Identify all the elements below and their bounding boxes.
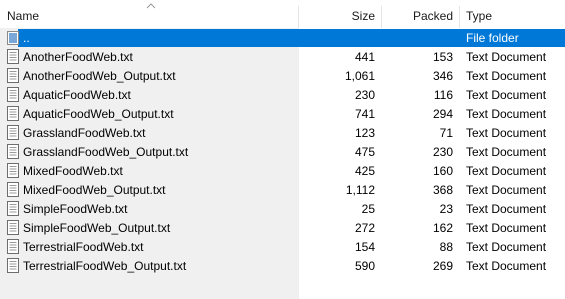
file-name: MixedFoodWeb.txt — [23, 164, 123, 178]
file-type: Text Document — [466, 202, 547, 216]
column-separator[interactable] — [298, 6, 299, 28]
file-type: Text Document — [466, 50, 547, 64]
file-packed: 160 — [432, 164, 453, 178]
column-header-packed[interactable]: Packed — [383, 0, 453, 28]
file-type: Text Document — [466, 69, 547, 83]
file-name: TerrestrialFoodWeb_Output.txt — [23, 259, 187, 273]
file-list-body: .. File folder AnotherFoodWeb.txt 441 153 T… — [0, 28, 565, 299]
file-packed — [383, 28, 453, 47]
file-size: 475 — [354, 145, 375, 159]
file-type: Text Document — [466, 183, 547, 197]
file-packed: 269 — [432, 259, 453, 273]
file-type: Text Document — [466, 221, 547, 235]
file-packed: 88 — [439, 240, 453, 254]
file-row[interactable]: SimpleFoodWeb_Output.txt 272 162 Text Docum… — [0, 218, 565, 237]
file-name: MixedFoodWeb_Output.txt — [23, 183, 166, 197]
text-document-icon — [7, 106, 19, 121]
parent-folder-icon — [7, 31, 19, 45]
file-size: 1,112 — [345, 183, 375, 197]
file-type: Text Document — [466, 126, 547, 140]
text-document-icon — [7, 163, 19, 178]
file-name: AnotherFoodWeb.txt — [23, 50, 133, 64]
text-document-icon — [7, 87, 19, 102]
file-size: 123 — [354, 126, 375, 140]
text-document-icon — [7, 68, 19, 83]
file-size: 25 — [361, 202, 375, 216]
file-row[interactable]: TerrestrialFoodWeb_Output.txt 590 269 Text … — [0, 256, 565, 275]
file-row[interactable]: AquaticFoodWeb.txt 230 116 Text Document — [0, 85, 565, 104]
text-document-icon — [7, 125, 19, 140]
file-name: GrasslandFoodWeb_Output.txt — [23, 145, 189, 159]
text-document-icon — [7, 49, 19, 64]
column-header-size[interactable]: Size — [300, 0, 375, 28]
file-packed: 153 — [432, 50, 453, 64]
text-document-icon — [7, 220, 19, 235]
file-size: 425 — [354, 164, 375, 178]
file-row[interactable]: GrasslandFoodWeb_Output.txt 475 230 Text Do… — [0, 142, 565, 161]
file-name: AquaticFoodWeb.txt — [23, 88, 131, 102]
file-type: Text Document — [466, 164, 547, 178]
file-size — [300, 28, 375, 47]
file-size: 1,061 — [344, 69, 375, 83]
file-size: 230 — [354, 88, 375, 102]
file-type: Text Document — [466, 240, 547, 254]
file-row[interactable]: MixedFoodWeb.txt 425 160 Text Document — [0, 161, 565, 180]
file-name: SimpleFoodWeb.txt — [23, 202, 128, 216]
file-packed: 162 — [432, 221, 453, 235]
file-list-view[interactable]: Name Size Packed Type .. File folder Ano… — [0, 0, 565, 299]
file-type: Text Document — [466, 88, 547, 102]
file-row[interactable]: AnotherFoodWeb.txt 441 153 Text Document — [0, 47, 565, 66]
file-size: 441 — [354, 50, 375, 64]
file-size: 741 — [354, 107, 375, 121]
column-header-type[interactable]: Type — [466, 0, 561, 28]
text-document-icon — [7, 144, 19, 159]
file-name: AquaticFoodWeb_Output.txt — [23, 107, 174, 121]
text-document-icon — [7, 239, 19, 254]
file-type: Text Document — [466, 259, 547, 273]
file-row[interactable]: GrasslandFoodWeb.txt 123 71 Text Document — [0, 123, 565, 142]
file-packed: 23 — [439, 202, 453, 216]
file-packed: 71 — [439, 126, 453, 140]
file-row[interactable]: AquaticFoodWeb_Output.txt 741 294 Text Docu… — [0, 104, 565, 123]
text-document-icon — [7, 258, 19, 273]
file-packed: 346 — [432, 69, 453, 83]
text-document-icon — [7, 182, 19, 197]
column-separator[interactable] — [381, 6, 382, 28]
file-row[interactable]: SimpleFoodWeb.txt 25 23 Text Document — [0, 199, 565, 218]
column-header-name[interactable]: Name — [7, 0, 287, 28]
text-document-icon — [7, 201, 19, 216]
file-size: 154 — [354, 240, 375, 254]
file-packed: 368 — [432, 183, 453, 197]
file-name: SimpleFoodWeb_Output.txt — [23, 221, 171, 235]
file-size: 272 — [354, 221, 375, 235]
file-type: Text Document — [466, 107, 547, 121]
file-name: .. — [23, 31, 30, 45]
file-packed: 294 — [432, 107, 453, 121]
column-separator[interactable] — [459, 6, 460, 28]
file-size: 590 — [354, 259, 375, 273]
column-header-bar: Name Size Packed Type — [0, 0, 565, 28]
file-name: TerrestrialFoodWeb.txt — [23, 240, 144, 254]
file-row[interactable]: MixedFoodWeb_Output.txt 1,112 368 Text Docu… — [0, 180, 565, 199]
parent-folder-row[interactable]: .. File folder — [0, 28, 565, 47]
file-row[interactable]: AnotherFoodWeb_Output.txt 1,061 346 Text Do… — [0, 66, 565, 85]
file-name: AnotherFoodWeb_Output.txt — [23, 69, 176, 83]
file-name: GrasslandFoodWeb.txt — [23, 126, 146, 140]
file-packed: 230 — [432, 145, 453, 159]
file-type: Text Document — [466, 145, 547, 159]
file-packed: 116 — [433, 88, 453, 102]
file-type: File folder — [466, 31, 519, 45]
file-row[interactable]: TerrestrialFoodWeb.txt 154 88 Text Document — [0, 237, 565, 256]
